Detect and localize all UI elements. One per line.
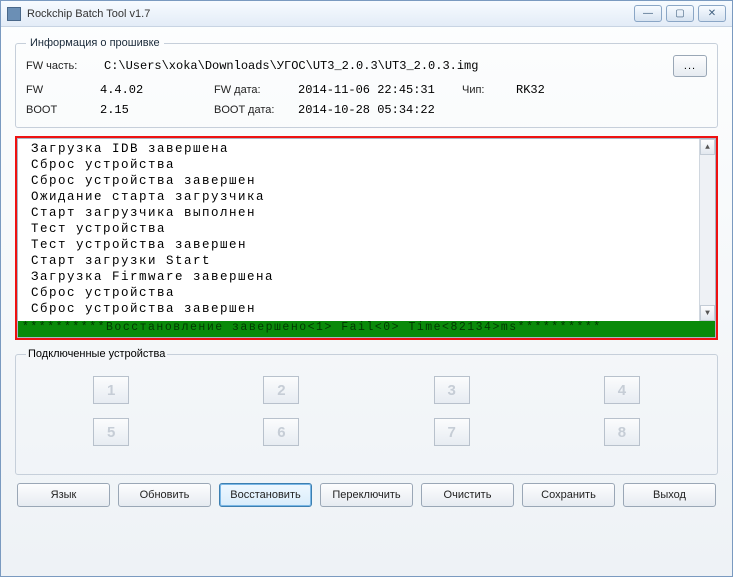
clear-button[interactable]: Очистить [421, 483, 514, 507]
chip-value: RK32 [516, 83, 636, 97]
log-scrollbar[interactable]: ▲ ▼ [699, 139, 715, 321]
window-controls: — ▢ ✕ [634, 5, 726, 22]
boot-value: 2.15 [100, 103, 210, 117]
log-lines: Загрузка IDB завершена Сброс устройства … [18, 139, 715, 317]
fw-path-value: C:\Users\xoka\Downloads\УГОС\UT3_2.0.3\U… [102, 57, 667, 75]
log-highlight-frame: Загрузка IDB завершена Сброс устройства … [15, 136, 718, 340]
close-button[interactable]: ✕ [698, 5, 726, 22]
device-slot-5[interactable]: 5 [93, 418, 129, 446]
window-title: Rockchip Batch Tool v1.7 [27, 8, 150, 20]
log-status-line: **********Восстановление завершено<1> Fa… [18, 321, 715, 337]
fw-value: 4.4.02 [100, 83, 210, 97]
app-window: Rockchip Batch Tool v1.7 — ▢ ✕ Информаци… [0, 0, 733, 577]
device-slot-4[interactable]: 4 [604, 376, 640, 404]
device-slot-2[interactable]: 2 [263, 376, 299, 404]
device-slot-8[interactable]: 8 [604, 418, 640, 446]
browse-button[interactable]: ... [673, 55, 707, 77]
fw-date-label: FW дата: [214, 84, 294, 96]
lang-button[interactable]: Язык [17, 483, 110, 507]
device-slot-7[interactable]: 7 [434, 418, 470, 446]
device-slot-1[interactable]: 1 [93, 376, 129, 404]
button-row: Язык Обновить Восстановить Переключить О… [15, 483, 718, 507]
devices-legend: Подключенные устройства [26, 348, 167, 360]
device-slot-6[interactable]: 6 [263, 418, 299, 446]
boot-date-label: BOOT дата: [214, 104, 294, 116]
switch-button[interactable]: Переключить [320, 483, 413, 507]
fw-date-value: 2014-11-06 22:45:31 [298, 83, 458, 97]
scroll-up-icon[interactable]: ▲ [700, 139, 715, 155]
titlebar: Rockchip Batch Tool v1.7 — ▢ ✕ [1, 1, 732, 27]
app-icon [7, 7, 21, 21]
save-button[interactable]: Сохранить [522, 483, 615, 507]
minimize-button[interactable]: — [634, 5, 662, 22]
scroll-track[interactable] [700, 155, 715, 305]
firmware-info-legend: Информация о прошивке [26, 37, 164, 49]
scroll-down-icon[interactable]: ▼ [700, 305, 715, 321]
fw-label: FW [26, 84, 96, 96]
content-area: Информация о прошивке FW часть: C:\Users… [1, 27, 732, 576]
exit-button[interactable]: Выход [623, 483, 716, 507]
maximize-button[interactable]: ▢ [666, 5, 694, 22]
device-slot-3[interactable]: 3 [434, 376, 470, 404]
restore-button[interactable]: Восстановить [219, 483, 312, 507]
chip-label: Чип: [462, 84, 512, 96]
boot-label: BOOT [26, 104, 96, 116]
log-textarea[interactable]: Загрузка IDB завершена Сброс устройства … [17, 138, 716, 338]
devices-group: Подключенные устройства 1 2 3 4 5 6 7 8 [15, 348, 718, 475]
boot-date-value: 2014-10-28 05:34:22 [298, 103, 458, 117]
fw-path-label: FW часть: [26, 60, 96, 72]
update-button[interactable]: Обновить [118, 483, 211, 507]
firmware-info-group: Информация о прошивке FW часть: C:\Users… [15, 37, 718, 128]
